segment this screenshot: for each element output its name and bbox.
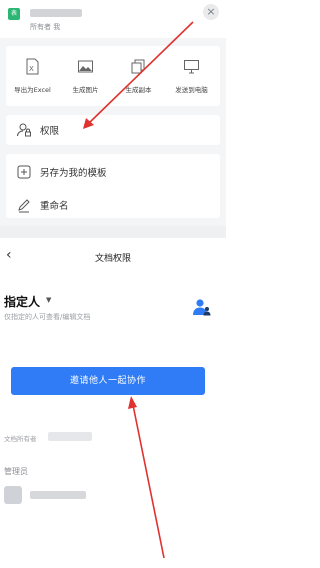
menu-item-rename[interactable]: 重命名	[6, 191, 220, 219]
monitor-icon	[184, 60, 199, 74]
export-excel-label: 导出为Excel	[14, 86, 51, 94]
send-to-computer-button[interactable]: 发送到电脑	[165, 46, 218, 106]
page-title: 文档权限	[94, 254, 131, 264]
access-scope-description: 仅指定的人可查看/编辑文档	[4, 313, 91, 321]
generate-image-button[interactable]: 生成图片	[59, 46, 112, 106]
section-divider	[0, 226, 226, 238]
avatar	[4, 486, 22, 504]
send-to-computer-label: 发送到电脑	[175, 86, 208, 94]
access-scope-label[interactable]: 指定人	[4, 293, 40, 310]
image-icon	[78, 60, 93, 73]
template-icon	[17, 165, 31, 179]
more-actions-card: 另存为我的模板 重命名	[6, 154, 220, 218]
permission-card: 权限	[6, 115, 220, 145]
menu-label-permission: 权限	[40, 126, 60, 137]
annotation-arrow-bottom	[132, 404, 165, 559]
user-lock-icon	[17, 123, 31, 137]
menu-item-save-template[interactable]: 另存为我的模板	[6, 158, 220, 186]
document-name-blurred	[30, 9, 82, 17]
copy-icon	[131, 59, 145, 74]
owner-label: 文档所有者	[4, 435, 37, 443]
pencil-icon	[18, 199, 30, 213]
menu-label-save-template: 另存为我的模板	[40, 168, 107, 179]
sheet-header	[0, 0, 226, 38]
admin-name-blurred	[30, 491, 86, 499]
owner-name-blurred	[48, 432, 92, 441]
sheet-file-icon: 表	[8, 8, 20, 20]
close-button[interactable]: ×	[203, 4, 219, 20]
svg-text:X: X	[29, 65, 34, 73]
chevron-down-icon[interactable]: ▼	[46, 296, 51, 304]
menu-item-permission[interactable]: 权限	[6, 116, 220, 144]
export-excel-button[interactable]: X 导出为Excel	[6, 46, 59, 106]
admin-section-label: 管理员	[4, 467, 28, 476]
annotation-arrowhead-bottom	[128, 396, 137, 409]
generate-copy-label: 生成副本	[125, 86, 152, 94]
owner-line: 所有者 我	[30, 23, 61, 31]
action-grid: X 导出为Excel 生成图片 生成副本 发送到电脑	[6, 46, 220, 106]
invite-collaborate-button[interactable]: 邀请他人一起协作	[11, 367, 205, 395]
excel-icon: X	[26, 58, 39, 75]
generate-image-label: 生成图片	[72, 86, 99, 94]
menu-label-rename: 重命名	[40, 201, 69, 212]
generate-copy-button[interactable]: 生成副本	[112, 46, 165, 106]
add-people-icon[interactable]	[192, 298, 212, 316]
